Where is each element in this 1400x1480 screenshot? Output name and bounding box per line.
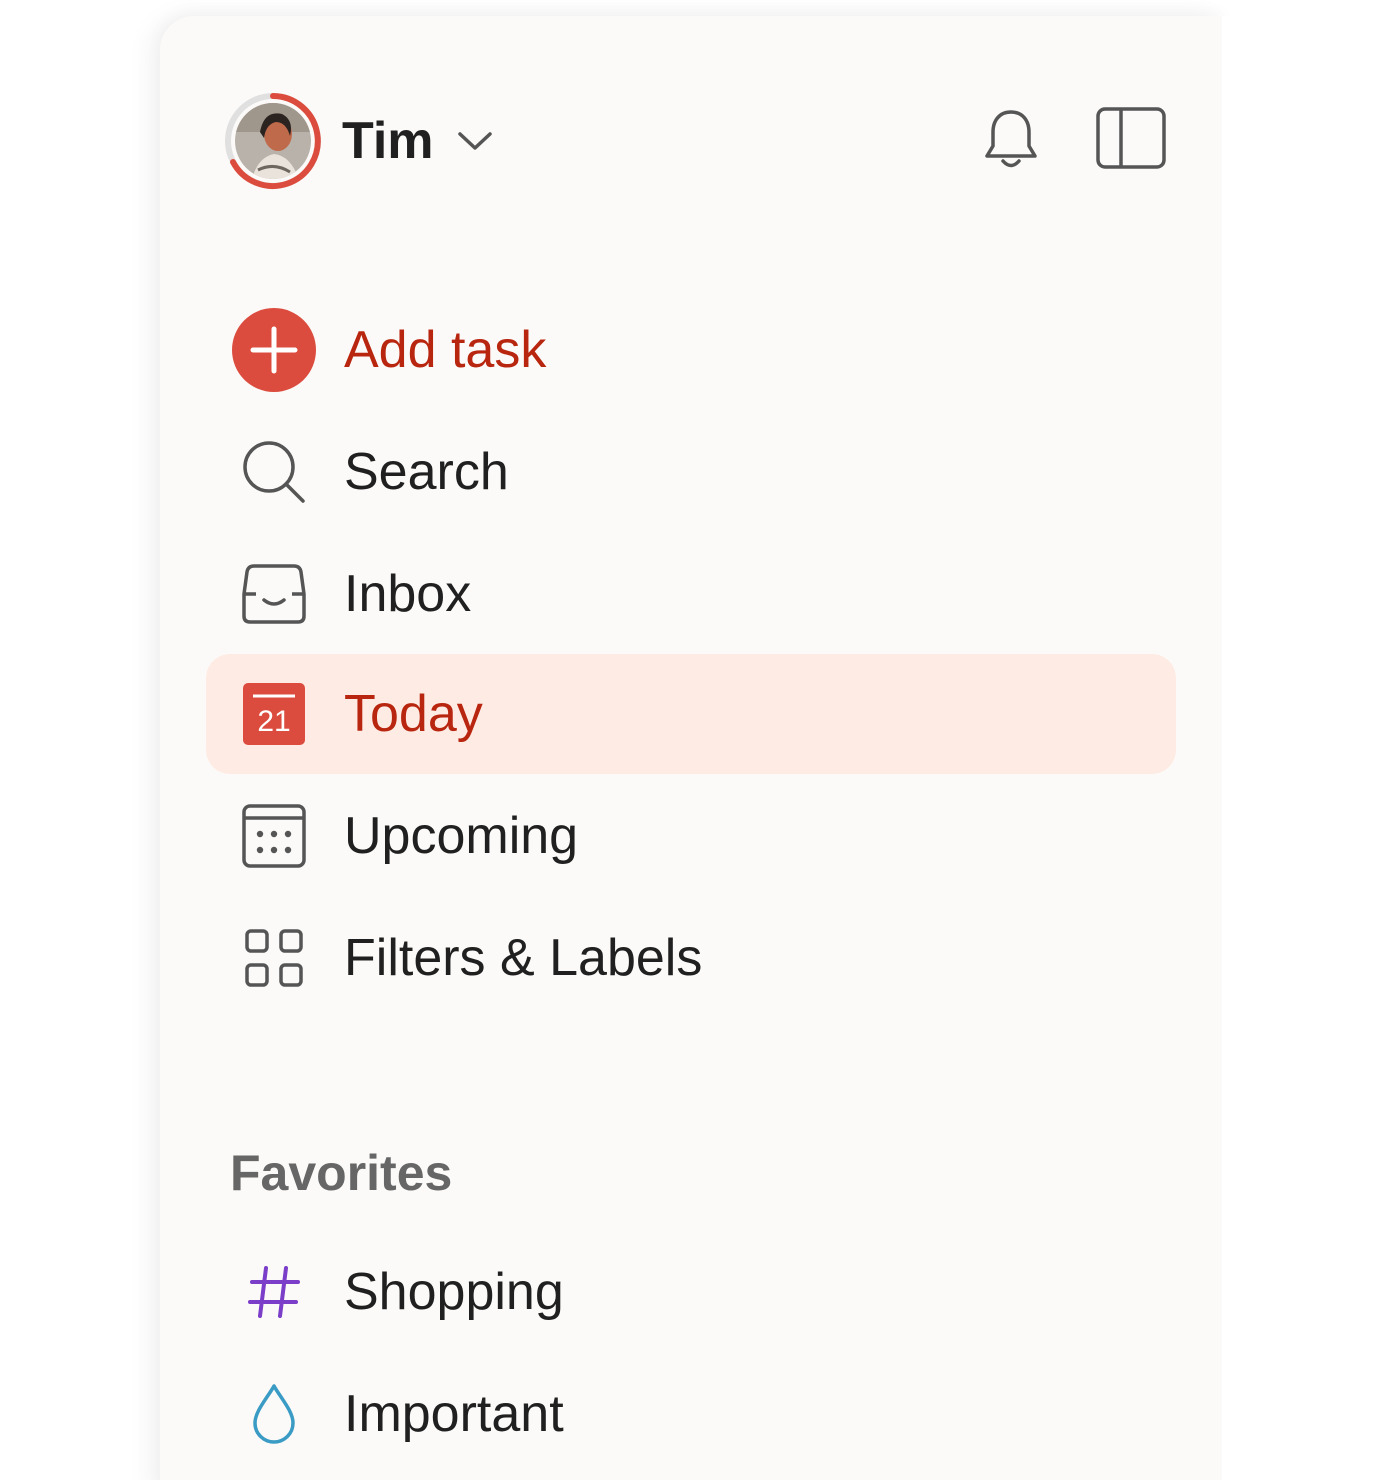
add-task-button[interactable]: Add task [206,290,1176,410]
nav-item-upcoming[interactable]: Upcoming [206,776,1176,896]
calendar-upcoming-icon [226,804,322,868]
favorite-item-shopping[interactable]: Shopping [206,1232,1176,1352]
user-name: Tim [342,112,434,170]
avatar-image [225,93,321,189]
nav-item-today[interactable]: 21 Today [206,654,1176,774]
hash-icon [226,1264,322,1320]
favorite-label-shopping: Shopping [344,1263,564,1321]
bell-icon[interactable] [976,104,1046,174]
grid-icon [226,929,322,987]
main-content-pane [1222,16,1400,1480]
nav-label-upcoming: Upcoming [344,807,579,865]
nav-item-inbox[interactable]: Inbox [206,534,1176,654]
search-icon [226,439,322,505]
inbox-icon [226,562,322,626]
sidebar-toggle-icon[interactable] [1092,102,1170,174]
calendar-today-icon: 21 [226,683,322,745]
favorite-item-important[interactable]: Important [206,1354,1176,1474]
chevron-down-icon [456,129,494,153]
drop-icon [226,1383,322,1445]
nav-item-filters-labels[interactable]: Filters & Labels [206,898,1176,1018]
user-menu-button[interactable]: Tim [224,86,494,196]
nav-item-search[interactable]: Search [206,412,1176,532]
favorite-label-important: Important [344,1385,564,1443]
nav-label-today: Today [344,685,483,743]
avatar [224,92,322,190]
nav-label-inbox: Inbox [344,565,472,623]
sidebar: Tim Add task Search Inbox 21 Today Upcom… [160,16,1222,1480]
today-day-number: 21 [257,705,290,738]
nav-label-search: Search [344,443,509,501]
add-task-label: Add task [344,321,547,379]
nav-label-filters-labels: Filters & Labels [344,929,703,987]
plus-circle-icon [226,307,322,393]
favorites-section-title: Favorites [230,1145,453,1201]
app-window: Tim Add task Search Inbox 21 Today Upcom… [0,0,1400,1480]
